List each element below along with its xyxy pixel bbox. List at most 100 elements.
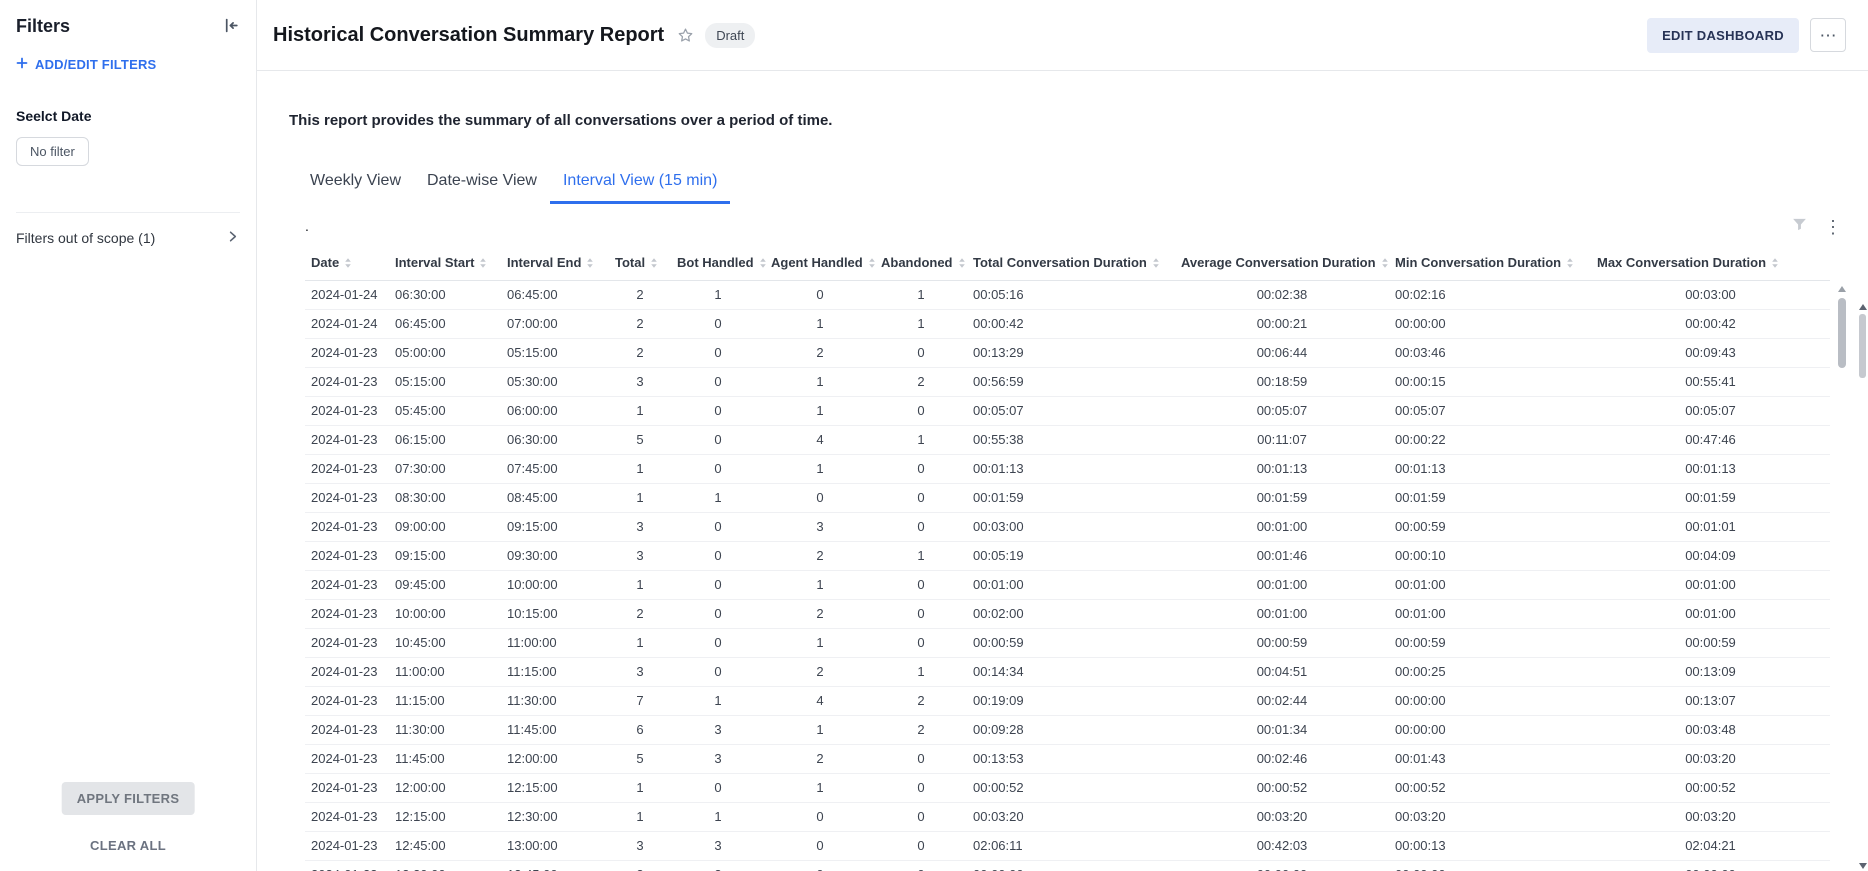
- scrollbar-thumb[interactable]: [1838, 298, 1846, 368]
- tab-weekly-view[interactable]: Weekly View: [297, 163, 414, 204]
- column-header[interactable]: Min Conversation Duration: [1389, 246, 1591, 281]
- table-cell: 00:00:59: [1389, 629, 1591, 658]
- column-header-label: Min Conversation Duration: [1395, 255, 1561, 270]
- column-header[interactable]: Agent Handled: [765, 246, 875, 281]
- table-cell: 00:01:59: [1591, 484, 1830, 513]
- table-cell: 00:01:59: [1389, 484, 1591, 513]
- tab-date-wise-view[interactable]: Date-wise View: [414, 163, 550, 204]
- table-row: 2024-01-2311:15:0011:30:00714200:19:0900…: [305, 687, 1830, 716]
- column-header[interactable]: Total: [609, 246, 671, 281]
- sort-icon: [868, 257, 876, 269]
- column-header[interactable]: Interval Start: [389, 246, 501, 281]
- column-header[interactable]: Interval End: [501, 246, 609, 281]
- table-cell: 00:03:20: [1175, 803, 1389, 832]
- add-edit-filters-button[interactable]: ADD/EDIT FILTERS: [16, 57, 240, 72]
- page-scroll-down-arrow[interactable]: [1859, 863, 1867, 869]
- table-cell: 00:00:59: [1591, 629, 1830, 658]
- date-filter-chip[interactable]: No filter: [16, 137, 89, 166]
- collapse-sidebar-button[interactable]: [223, 17, 240, 37]
- table-cell: 1: [671, 281, 765, 310]
- table-cell: 07:30:00: [389, 455, 501, 484]
- column-header[interactable]: Max Conversation Duration: [1591, 246, 1830, 281]
- interval-table-widget: . ⋮: [305, 218, 1848, 871]
- table-cell: 00:13:29: [967, 339, 1175, 368]
- table-cell: 00:09:43: [1591, 339, 1830, 368]
- table-cell: 1: [609, 484, 671, 513]
- scroll-up-arrow[interactable]: [1838, 286, 1846, 292]
- report-body: This report provides the summary of all …: [257, 71, 1868, 871]
- table-cell: 0: [875, 629, 967, 658]
- select-date-label: Seelct Date: [16, 108, 240, 124]
- table-cell: 00:03:20: [1389, 803, 1591, 832]
- table-cell: 1: [671, 687, 765, 716]
- table-cell: 00:02:38: [1175, 281, 1389, 310]
- sort-icon: [344, 257, 352, 269]
- table-cell: 00:05:07: [1591, 397, 1830, 426]
- column-header[interactable]: Date: [305, 246, 389, 281]
- clear-all-button[interactable]: CLEAR ALL: [90, 838, 166, 853]
- table-cell: 0: [875, 513, 967, 542]
- table-cell: 00:01:13: [967, 455, 1175, 484]
- view-tabs: Weekly View Date-wise View Interval View…: [297, 163, 1868, 204]
- header-actions: EDIT DASHBOARD ⋯: [1647, 18, 1846, 53]
- table-cell: 00:00:00: [967, 861, 1175, 871]
- table-cell: 1: [609, 455, 671, 484]
- table-scrollbar[interactable]: [1838, 284, 1846, 871]
- table-row: 2024-01-2312:15:0012:30:00110000:03:2000…: [305, 803, 1830, 832]
- table-row: 2024-01-2406:30:0006:45:00210100:05:1600…: [305, 281, 1830, 310]
- table-cell: 2: [765, 600, 875, 629]
- sort-icon: [586, 257, 594, 269]
- table-cell: 2024-01-23: [305, 803, 389, 832]
- edit-dashboard-button[interactable]: EDIT DASHBOARD: [1647, 18, 1799, 53]
- table-cell: 2024-01-23: [305, 832, 389, 861]
- table-row: 2024-01-2310:45:0011:00:00101000:00:5900…: [305, 629, 1830, 658]
- table-cell: 09:15:00: [389, 542, 501, 571]
- table-cell: 2024-01-23: [305, 658, 389, 687]
- table-row: 2024-01-2312:45:0013:00:00330002:06:1100…: [305, 832, 1830, 861]
- table-cell: 00:05:16: [967, 281, 1175, 310]
- table-cell: 00:03:00: [1591, 281, 1830, 310]
- table-cell: 00:55:38: [967, 426, 1175, 455]
- page-scrollbar[interactable]: [1858, 302, 1867, 869]
- table-row: 2024-01-2310:00:0010:15:00202000:02:0000…: [305, 600, 1830, 629]
- table-cell: 12:15:00: [389, 803, 501, 832]
- table-cell: 00:03:48: [1591, 716, 1830, 745]
- tab-interval-view[interactable]: Interval View (15 min): [550, 163, 730, 204]
- table-cell: 09:45:00: [389, 571, 501, 600]
- table-cell: 11:15:00: [501, 658, 609, 687]
- table-cell: 2024-01-23: [305, 368, 389, 397]
- filters-out-of-scope-row[interactable]: Filters out of scope (1): [16, 212, 240, 247]
- table-cell: 00:02:46: [1175, 745, 1389, 774]
- filter-icon[interactable]: [1791, 216, 1808, 238]
- page-scroll-up-arrow[interactable]: [1859, 304, 1867, 310]
- page-scrollbar-thumb[interactable]: [1859, 314, 1866, 378]
- filters-out-of-scope-label: Filters out of scope (1): [16, 230, 155, 246]
- table-cell: 00:55:41: [1591, 368, 1830, 397]
- table-cell: 0: [875, 600, 967, 629]
- table-row: 2024-01-2311:00:0011:15:00302100:14:3400…: [305, 658, 1830, 687]
- table-cell: 00:00:52: [1591, 774, 1830, 803]
- table-row: 2024-01-2311:45:0012:00:00532000:13:5300…: [305, 745, 1830, 774]
- table-cell: 1: [875, 426, 967, 455]
- table-cell: 00:03:20: [1591, 803, 1830, 832]
- kebab-menu-icon[interactable]: ⋮: [1824, 218, 1842, 236]
- table-cell: 2024-01-23: [305, 774, 389, 803]
- table-cell: 3: [609, 368, 671, 397]
- column-header[interactable]: Average Conversation Duration: [1175, 246, 1389, 281]
- column-header[interactable]: Bot Handled: [671, 246, 765, 281]
- table-cell: 00:01:00: [1389, 571, 1591, 600]
- table-cell: 2: [875, 368, 967, 397]
- chevron-right-icon: [225, 229, 240, 247]
- table-cell: 0: [875, 397, 967, 426]
- table-cell: 12:45:00: [389, 832, 501, 861]
- apply-filters-button[interactable]: APPLY FILTERS: [62, 782, 195, 815]
- table-cell: 2: [765, 542, 875, 571]
- table-cell: 00:05:07: [1389, 397, 1591, 426]
- column-header[interactable]: Total Conversation Duration: [967, 246, 1175, 281]
- column-header[interactable]: Abandoned: [875, 246, 967, 281]
- more-options-button[interactable]: ⋯: [1810, 18, 1846, 52]
- favorite-star-icon[interactable]: [677, 27, 694, 44]
- table-cell: 00:00:00: [1389, 861, 1591, 871]
- table-cell: 06:00:00: [501, 397, 609, 426]
- table-cell: 2024-01-23: [305, 861, 389, 871]
